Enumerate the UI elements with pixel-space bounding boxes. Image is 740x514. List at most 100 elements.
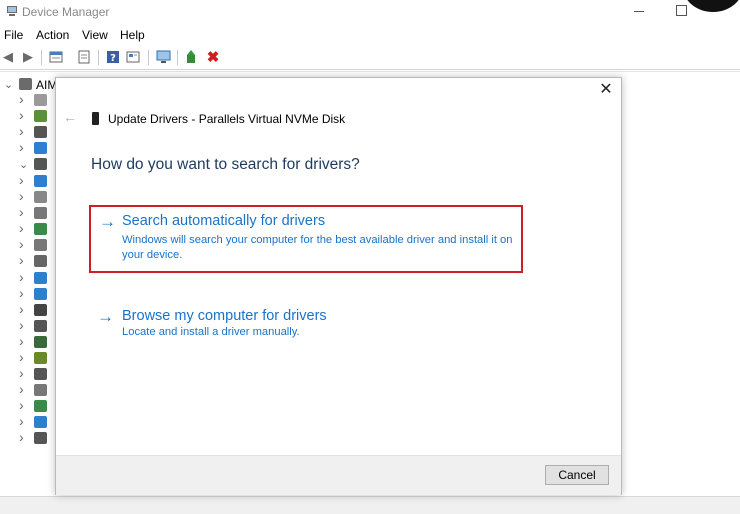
- chevron-right-icon[interactable]: ›: [19, 139, 24, 155]
- chevron-right-icon[interactable]: ›: [19, 301, 24, 317]
- device-category-icon: [34, 142, 47, 154]
- close-button[interactable]: [683, 0, 740, 12]
- tree-item[interactable]: ›: [0, 107, 60, 125]
- dialog-question: How do you want to search for drivers?: [91, 156, 360, 173]
- chevron-down-icon[interactable]: ⌄: [4, 78, 13, 91]
- disk-icon: [92, 112, 99, 125]
- tree-item[interactable]: ›: [0, 381, 60, 399]
- tree-item[interactable]: ›: [0, 349, 60, 367]
- tree-item[interactable]: ›: [0, 301, 60, 319]
- tree-item[interactable]: ›: [0, 188, 60, 206]
- toolbar-separator: [148, 50, 149, 65]
- chevron-right-icon[interactable]: ›: [19, 349, 24, 365]
- minimize-button[interactable]: [634, 11, 644, 12]
- tree-item[interactable]: ›: [0, 429, 60, 447]
- dialog-footer: Cancel: [56, 455, 621, 495]
- chevron-right-icon[interactable]: ›: [19, 413, 24, 429]
- device-category-icon: [34, 239, 47, 251]
- tree-item[interactable]: ›: [0, 365, 60, 383]
- menu-file[interactable]: File: [4, 28, 23, 42]
- device-category-icon: [34, 384, 47, 396]
- tree-item[interactable]: ›: [0, 252, 60, 270]
- chevron-right-icon[interactable]: ›: [19, 236, 24, 252]
- tree-item[interactable]: ›: [0, 139, 60, 157]
- browse-computer-option[interactable]: → Browse my computer for drivers Locate …: [91, 307, 521, 347]
- show-hidden-icon[interactable]: [76, 49, 92, 65]
- device-category-icon: [34, 304, 47, 316]
- tree-item[interactable]: ›: [0, 91, 60, 109]
- option-description: Locate and install a driver manually.: [122, 326, 300, 338]
- device-category-icon: [34, 191, 47, 203]
- menu-view[interactable]: View: [82, 28, 108, 42]
- chevron-right-icon[interactable]: ›: [19, 381, 24, 397]
- update-driver-icon[interactable]: [183, 49, 199, 65]
- chevron-down-icon[interactable]: ⌄: [19, 158, 28, 171]
- chevron-right-icon[interactable]: ›: [19, 269, 24, 285]
- tree-item[interactable]: ›: [0, 204, 60, 222]
- device-category-icon: [34, 368, 47, 380]
- toolbar: ◀ ▶ ? ✖: [0, 46, 740, 68]
- close-icon[interactable]: ✕: [599, 82, 613, 98]
- toolbar-separator: [177, 50, 178, 65]
- device-manager-icon: [7, 6, 17, 16]
- device-category-icon: [34, 126, 47, 138]
- search-automatically-option[interactable]: → Search automatically for drivers Windo…: [89, 205, 523, 273]
- device-category-icon: [34, 207, 47, 219]
- title-bar: Device Manager: [0, 0, 740, 26]
- chevron-right-icon[interactable]: ›: [19, 365, 24, 381]
- tree-item[interactable]: ›: [0, 123, 60, 141]
- tree-item[interactable]: ⌄: [0, 157, 60, 173]
- back-arrow-icon[interactable]: ◀: [0, 49, 16, 65]
- tree-item[interactable]: ›: [0, 236, 60, 254]
- device-category-icon: [34, 400, 47, 412]
- tree-item[interactable]: ›: [0, 285, 60, 303]
- toolbar-divider: [0, 71, 740, 72]
- chevron-right-icon[interactable]: ›: [19, 172, 24, 188]
- properties-icon[interactable]: [48, 49, 64, 65]
- forward-arrow-icon[interactable]: ▶: [20, 49, 36, 65]
- menu-action[interactable]: Action: [36, 28, 69, 42]
- chevron-right-icon[interactable]: ›: [19, 204, 24, 220]
- tree-item[interactable]: ›: [0, 269, 60, 287]
- chevron-right-icon[interactable]: ›: [19, 285, 24, 301]
- chevron-right-icon[interactable]: ›: [19, 123, 24, 139]
- device-tree: ⌄ AIM › › › › ⌄ › › › › › › › › › › › › › › › › ›: [0, 74, 60, 494]
- tree-item[interactable]: ›: [0, 333, 60, 351]
- tree-item[interactable]: ›: [0, 397, 60, 415]
- tree-item[interactable]: ›: [0, 317, 60, 335]
- chevron-right-icon[interactable]: ›: [19, 91, 24, 107]
- menu-help[interactable]: Help: [120, 28, 145, 42]
- device-category-icon: [34, 110, 47, 122]
- uninstall-icon[interactable]: ✖: [205, 49, 221, 66]
- chevron-right-icon[interactable]: ›: [19, 429, 24, 445]
- chevron-right-icon[interactable]: ›: [19, 252, 24, 268]
- device-category-icon: [34, 336, 47, 348]
- update-drivers-dialog: ✕ ← Update Drivers - Parallels Virtual N…: [55, 77, 622, 495]
- action-view-icon[interactable]: [125, 49, 141, 65]
- device-category-icon: [34, 416, 47, 428]
- device-category-icon: [34, 94, 47, 106]
- status-bar: [0, 496, 740, 514]
- chevron-right-icon[interactable]: ›: [19, 317, 24, 333]
- tree-item[interactable]: ›: [0, 220, 60, 238]
- maximize-button[interactable]: [676, 5, 687, 16]
- tree-item[interactable]: ›: [0, 172, 60, 190]
- tree-root[interactable]: ⌄ AIM: [0, 77, 60, 93]
- device-category-icon: [34, 288, 47, 300]
- device-category-icon: [34, 320, 47, 332]
- help-icon[interactable]: ?: [105, 49, 121, 65]
- device-category-icon: [34, 175, 47, 187]
- cancel-button[interactable]: Cancel: [545, 465, 609, 485]
- chevron-right-icon[interactable]: ›: [19, 220, 24, 236]
- chevron-right-icon[interactable]: ›: [19, 188, 24, 204]
- back-arrow-icon[interactable]: ←: [63, 109, 77, 125]
- device-category-icon: [34, 352, 47, 364]
- option-title: Browse my computer for drivers: [122, 308, 327, 324]
- device-category-icon: [34, 255, 47, 267]
- tree-item[interactable]: ›: [0, 413, 60, 431]
- chevron-right-icon[interactable]: ›: [19, 397, 24, 413]
- chevron-right-icon[interactable]: ›: [19, 333, 24, 349]
- monitor-scan-icon[interactable]: [155, 49, 171, 65]
- arrow-right-icon: →: [99, 212, 116, 231]
- chevron-right-icon[interactable]: ›: [19, 107, 24, 123]
